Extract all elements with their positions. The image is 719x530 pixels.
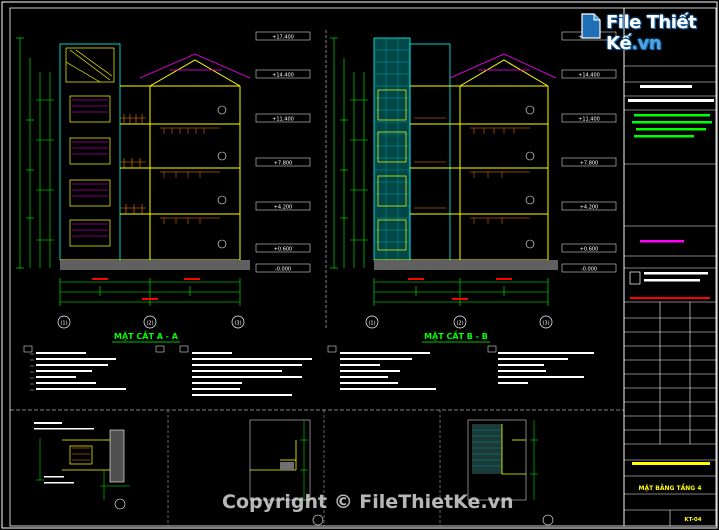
title-block-text <box>628 85 714 465</box>
section-b-grid-1: (1) <box>368 321 375 327</box>
section-b-grid-3: (3) <box>542 321 549 327</box>
section-b-grid-2: (2) <box>456 321 463 327</box>
section-a-level-tags <box>255 31 311 273</box>
section-b-title: MẶT CẮT B - B <box>424 329 488 341</box>
section-b-level-2: +14.400 <box>578 73 600 79</box>
section-b-drawing <box>330 37 558 306</box>
section-a-grid-1: (1) <box>60 321 67 327</box>
section-a-level-4: +7.800 <box>274 161 293 167</box>
section-a-level-5: +4.200 <box>274 205 293 211</box>
section-b-level-3: +11.400 <box>578 117 600 123</box>
site-logo[interactable]: File Thiết Kế.vn <box>574 6 714 54</box>
section-b-level-7: -0.000 <box>581 267 597 273</box>
section-a-level-1: +17.400 <box>272 35 294 41</box>
sheet-number: KT-04 <box>684 517 701 523</box>
section-a-title: MẶT CẮT A - A <box>114 329 179 341</box>
detail-1 <box>34 422 130 510</box>
logo-suffix: .vn <box>631 33 662 54</box>
section-a-grid-2: (2) <box>146 321 153 327</box>
section-a-level-7: -0.000 <box>275 267 291 273</box>
drawing-name: MẶT BẰNG TẦNG 4 <box>639 483 702 492</box>
section-a-drawing <box>16 37 251 306</box>
file-icon <box>581 13 601 39</box>
section-a-level-6: +0.600 <box>274 247 293 253</box>
note-blocks <box>23 345 594 396</box>
section-a-level-3: +11.400 <box>272 117 294 123</box>
section-b-level-6: +0.600 <box>580 247 599 253</box>
section-b-level-5: +4.200 <box>580 205 599 211</box>
section-b-level-4: +7.800 <box>580 161 599 167</box>
logo-text: File Thiết Kế.vn <box>606 12 697 54</box>
cad-drawing-sheet: MẶT BẰNG TẦNG 4 KT-04 +17.400 +14.400 +1… <box>1 1 718 529</box>
section-b-level-tags <box>561 31 617 273</box>
copyright-watermark: Copyright © FileThietKe.vn <box>222 491 514 513</box>
section-a-level-2: +14.400 <box>272 73 294 79</box>
section-a-grid-3: (3) <box>234 321 241 327</box>
